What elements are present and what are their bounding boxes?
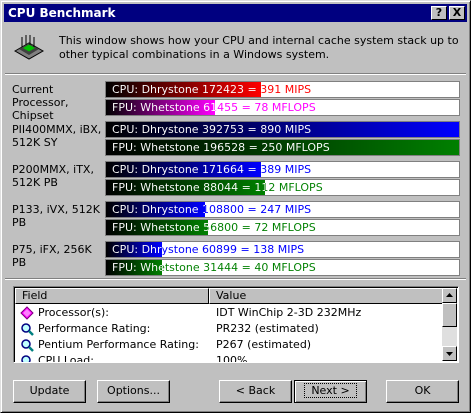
separator	[5, 278, 466, 280]
window-title: CPU Benchmark	[8, 6, 116, 20]
fpu-bar-text: FPU: Whetstone 88044 = 112 MFLOPS	[112, 181, 323, 194]
details-scrollbar[interactable]	[442, 288, 457, 361]
scroll-down-button[interactable]	[442, 346, 457, 361]
list-item[interactable]: Processor(s): IDT WinChip 2-3D 232MHz	[16, 305, 441, 321]
list-item[interactable]: Pentium Performance Rating: P267 (estimat…	[16, 337, 441, 353]
help-button[interactable]: ?	[431, 6, 447, 20]
details-list[interactable]: Field Value Processor(s): IDT WinChip 2-3…	[13, 286, 459, 363]
field-cell: Pentium Performance Rating:	[38, 338, 199, 351]
scroll-down-icon	[446, 352, 453, 356]
magnifier-icon	[21, 355, 31, 362]
next-button[interactable]: Next >	[294, 380, 367, 403]
benchmark-label: Current Processor, Chipset	[12, 83, 69, 122]
separator	[5, 73, 466, 75]
intro-text: This window shows how your CPU and inter…	[59, 34, 459, 61]
benchmark-label: P75, iFX, 256K PB	[12, 243, 92, 269]
cpu-benchmark-bar: CPU: Dhrystone 60899 = 138 MIPS	[105, 241, 460, 258]
update-button[interactable]: Update	[13, 380, 86, 403]
back-button[interactable]: < Back	[219, 380, 292, 403]
cpu-benchmark-bar: CPU: Dhrystone 108800 = 247 MIPS	[105, 201, 460, 218]
list-item[interactable]: Performance Rating: PR232 (estimated)	[16, 321, 441, 337]
value-cell: PR232 (estimated)	[216, 322, 319, 335]
benchmark-label: P133, iVX, 512K PB	[12, 203, 100, 229]
field-cell: Performance Rating:	[38, 322, 151, 335]
fpu-benchmark-bar: FPU: Whetstone 61455 = 78 MFLOPS	[105, 99, 460, 116]
scroll-up-icon	[446, 293, 453, 297]
magnifier-icon	[21, 323, 34, 336]
benchmark-label: P200MMX, iTX, 512K PB	[12, 163, 94, 189]
list-item[interactable]: CPU Load: 100%	[16, 353, 441, 363]
cpu-bar-text: CPU: Dhrystone 108800 = 247 MIPS	[112, 203, 312, 216]
cpu-bar-text: CPU: Dhrystone 392753 = 890 MIPS	[112, 123, 312, 136]
cpu-bar-text: CPU: Dhrystone 171664 = 389 MIPS	[112, 163, 312, 176]
column-header-value[interactable]: Value	[209, 288, 444, 304]
fpu-bar-text: FPU: Whetstone 61455 = 78 MFLOPS	[112, 101, 316, 114]
cpu-benchmark-bar: CPU: Dhrystone 171664 = 389 MIPS	[105, 161, 460, 178]
title-bar[interactable]: CPU Benchmark ? X	[4, 4, 467, 22]
value-cell: P267 (estimated)	[216, 338, 312, 351]
cpu-benchmark-bar: CPU: Dhrystone 392753 = 890 MIPS	[105, 121, 460, 138]
cpu-bar-text: CPU: Dhrystone 60899 = 138 MIPS	[112, 243, 305, 256]
close-button[interactable]: X	[449, 6, 465, 20]
fpu-benchmark-bar: FPU: Whetstone 31444 = 40 MFLOPS	[105, 259, 460, 276]
benchmark-label: PII400MMX, iBX, 512K SY	[12, 123, 102, 149]
fpu-benchmark-bar: FPU: Whetstone 56800 = 72 MFLOPS	[105, 219, 460, 236]
cpu-benchmark-window: CPU Benchmark ? X This window shows how …	[0, 0, 471, 413]
cpu-chip-icon	[13, 35, 45, 60]
ok-button[interactable]: OK	[386, 380, 459, 403]
fpu-bar-text: FPU: Whetstone 31444 = 40 MFLOPS	[112, 261, 316, 274]
fpu-benchmark-bar: FPU: Whetstone 88044 = 112 MFLOPS	[105, 179, 460, 196]
scroll-thumb[interactable]	[442, 303, 457, 327]
field-cell: CPU Load:	[38, 354, 94, 363]
processor-diamond-icon	[20, 306, 34, 320]
field-cell: Processor(s):	[38, 306, 110, 319]
value-cell: 100%	[216, 354, 248, 363]
magnifier-icon	[21, 339, 34, 352]
fpu-benchmark-bar: FPU: Whetstone 196528 = 250 MFLOPS	[105, 139, 460, 156]
fpu-bar-text: FPU: Whetstone 56800 = 72 MFLOPS	[112, 221, 316, 234]
scroll-up-button[interactable]	[442, 288, 457, 303]
cpu-bar-text: CPU: Dhrystone 172423 = 391 MIPS	[112, 83, 312, 96]
options-button[interactable]: Options...	[97, 380, 170, 403]
cpu-benchmark-bar: CPU: Dhrystone 172423 = 391 MIPS	[105, 81, 460, 98]
fpu-bar-text: FPU: Whetstone 196528 = 250 MFLOPS	[112, 141, 330, 154]
value-cell: IDT WinChip 2-3D 232MHz	[216, 306, 362, 319]
column-header-field[interactable]: Field	[15, 288, 209, 304]
